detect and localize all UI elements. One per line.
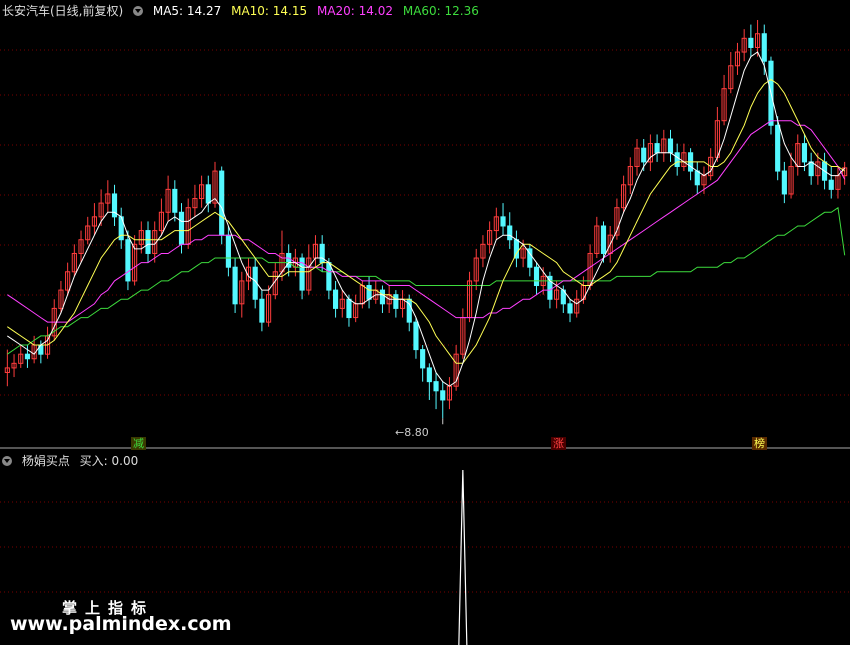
event-badge-rank[interactable]: 榜 [752, 437, 767, 450]
buy-value-label: 买入: 0.00 [79, 454, 139, 468]
candle-body [775, 124, 781, 172]
candle-body [205, 184, 211, 204]
candle-body [801, 143, 808, 163]
candle-body [326, 262, 332, 291]
candle-body [332, 289, 339, 309]
ma10-label: MA10: 14.15 [231, 4, 308, 18]
candle-body [600, 225, 607, 254]
candle-body [125, 239, 131, 282]
candle-body [178, 211, 185, 245]
candle-body [433, 381, 439, 392]
candle-body [379, 289, 386, 305]
candle-body [420, 349, 426, 369]
ma5-label: MA5: 14.27 [152, 4, 222, 18]
stock-title[interactable]: 长安汽车(日线,前复权) [2, 4, 123, 18]
candle-body [232, 266, 238, 305]
candle-body [641, 147, 647, 163]
candle-body [225, 234, 231, 268]
settings-icon[interactable] [133, 6, 144, 16]
candle-body [426, 367, 432, 383]
candle-body [808, 161, 814, 177]
candle-body [259, 298, 265, 323]
main-chart-header: 长安汽车(日线,前复权) MA5: 14.27 MA10: 14.15 MA20… [2, 4, 485, 18]
kline-chart [0, 20, 850, 645]
indicator-title[interactable]: 杨娟买点 [22, 454, 70, 468]
ma60-label: MA60: 12.36 [402, 4, 479, 18]
candle-body [748, 37, 754, 48]
candle-body [393, 294, 399, 309]
watermark-url: www.palmindex.com [10, 613, 232, 635]
candle-body [319, 243, 325, 264]
candle-body [567, 303, 573, 314]
candle-body [500, 216, 506, 227]
ma20-label: MA20: 14.02 [316, 4, 394, 18]
candle-body [507, 225, 513, 241]
candle-body [828, 179, 834, 190]
indicator-header: 杨娟买点 买入: 0.00 [2, 454, 144, 468]
candle-body [761, 33, 767, 62]
ma5-line [7, 51, 846, 387]
settings-icon[interactable] [2, 456, 12, 466]
candle-body [366, 285, 372, 300]
candle-body [674, 152, 680, 167]
candle-body [219, 170, 225, 236]
candle-body [413, 321, 419, 351]
candle-body [781, 170, 787, 195]
candle-body [667, 138, 674, 154]
candle-body [694, 170, 700, 186]
buy-signal-spike [458, 469, 468, 645]
event-badge-rise[interactable]: 涨 [551, 437, 566, 450]
candle-body [654, 143, 660, 154]
candle-body [145, 230, 151, 254]
candle-body [346, 298, 352, 319]
candle-body [533, 266, 540, 287]
candle-body [172, 188, 178, 213]
candle-body [24, 353, 31, 360]
low-price-marker: ←8.80 [395, 426, 429, 439]
event-badge-reduce[interactable]: 减 [131, 437, 146, 450]
candle-body [440, 390, 446, 401]
